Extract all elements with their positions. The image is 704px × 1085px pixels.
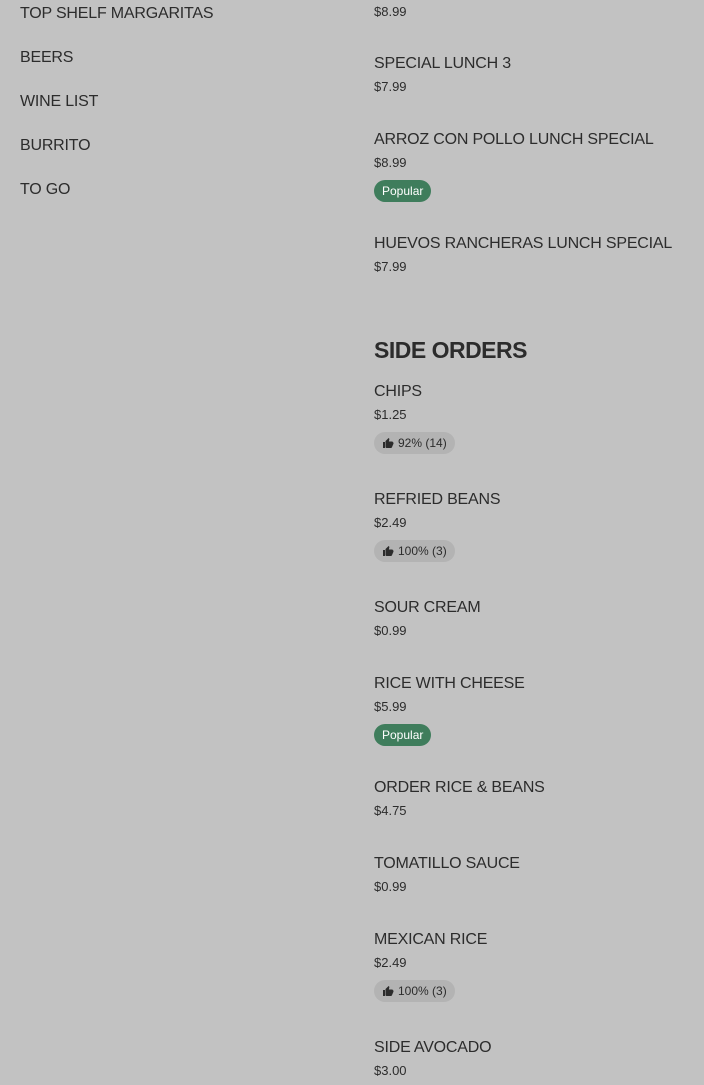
- menu-item-name: TOMATILLO SAUCE: [374, 855, 520, 872]
- menu-item-order-rice-beans[interactable]: ORDER RICE & BEANS $4.75: [374, 778, 694, 819]
- section-title-side-orders: SIDE ORDERS: [374, 337, 527, 363]
- menu-item-chips[interactable]: CHIPS $1.25 92% (14): [374, 382, 694, 454]
- menu-item-special-lunch-3[interactable]: SPECIAL LUNCH 3 $7.99: [374, 54, 694, 95]
- rating-text: 100% (3): [398, 544, 447, 558]
- menu-item-price: $0.99: [374, 623, 407, 638]
- rating-badge: 100% (3): [374, 540, 455, 562]
- menu-item-rice-with-cheese[interactable]: RICE WITH CHEESE $5.99 Popular: [374, 674, 694, 746]
- menu-item-sour-cream[interactable]: SOUR CREAM $0.99: [374, 598, 694, 639]
- category-link-wine-list[interactable]: WINE LIST: [20, 92, 98, 112]
- category-link-burrito[interactable]: BURRITO: [20, 136, 91, 156]
- thumbs-up-icon: [383, 986, 394, 996]
- menu-item-huevos-rancheras[interactable]: HUEVOS RANCHERAS LUNCH SPECIAL $7.99: [374, 234, 694, 275]
- menu-item-name: RICE WITH CHEESE: [374, 675, 525, 692]
- thumbs-up-icon: [383, 546, 394, 556]
- category-link-to-go[interactable]: TO GO: [20, 180, 70, 200]
- menu-item-name: MEXICAN RICE: [374, 931, 488, 948]
- menu-item-name: HUEVOS RANCHERAS LUNCH SPECIAL: [374, 235, 673, 252]
- menu-item-tomatillo-sauce[interactable]: TOMATILLO SAUCE $0.99: [374, 854, 694, 895]
- popular-badge: Popular: [374, 180, 432, 202]
- menu-item-price: $8.99: [374, 4, 407, 19]
- menu-item-price: $2.49: [374, 515, 407, 530]
- menu-item-side-avocado[interactable]: SIDE AVOCADO $3.00: [374, 1038, 694, 1079]
- menu-item-price: $3.00: [374, 1063, 407, 1078]
- menu-item-price: $5.99: [374, 699, 407, 714]
- menu-item-name: CHIPS: [374, 383, 422, 400]
- rating-badge: 100% (3): [374, 980, 455, 1002]
- category-link-beers[interactable]: BEERS: [20, 48, 73, 68]
- popular-badge: Popular: [374, 724, 432, 746]
- menu-item-mexican-rice[interactable]: MEXICAN RICE $2.49 100% (3): [374, 930, 694, 1002]
- menu-item-name: ORDER RICE & BEANS: [374, 779, 545, 796]
- rating-text: 100% (3): [398, 984, 447, 998]
- menu-item-price: $7.99: [374, 79, 407, 94]
- category-link-top-shelf-margaritas[interactable]: TOP SHELF MARGARITAS: [20, 4, 214, 24]
- menu-item-price: $8.99: [374, 155, 407, 170]
- menu-item-price: $4.75: [374, 803, 407, 818]
- rating-badge: 92% (14): [374, 432, 455, 454]
- menu-item-name: SIDE AVOCADO: [374, 1039, 492, 1056]
- rating-text: 92% (14): [398, 436, 447, 450]
- menu-item-price: $2.49: [374, 955, 407, 970]
- menu-item-arroz-con-pollo[interactable]: ARROZ CON POLLO LUNCH SPECIAL $8.99 Popu…: [374, 130, 694, 202]
- menu-item-name: SPECIAL LUNCH 3: [374, 55, 511, 72]
- menu-item-name: SOUR CREAM: [374, 599, 481, 616]
- menu-item-name: REFRIED BEANS: [374, 491, 501, 508]
- menu-item-refried-beans[interactable]: REFRIED BEANS $2.49 100% (3): [374, 490, 694, 562]
- thumbs-up-icon: [383, 438, 394, 448]
- menu-item-price: $1.25: [374, 407, 407, 422]
- menu-item-price: $7.99: [374, 259, 407, 274]
- menu-item-name: ARROZ CON POLLO LUNCH SPECIAL: [374, 131, 654, 148]
- menu-item-price: $0.99: [374, 879, 407, 894]
